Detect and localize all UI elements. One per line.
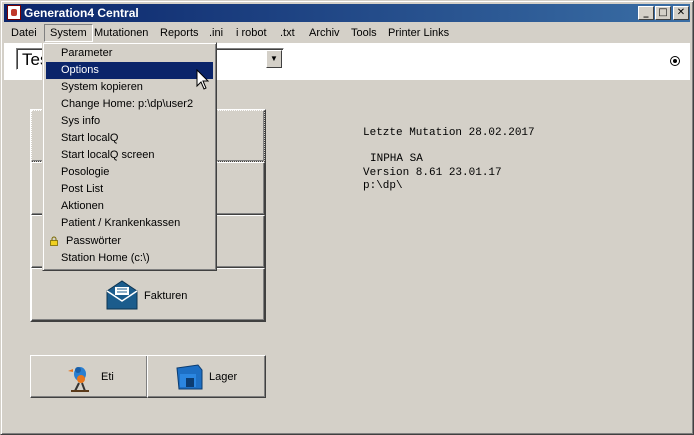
- menu-item-options[interactable]: Options: [46, 62, 213, 79]
- title-bar[interactable]: Generation4 Central _ □ ✕: [4, 4, 690, 22]
- combo-dropdown-button[interactable]: ▼: [266, 50, 282, 68]
- close-button[interactable]: ✕: [673, 6, 689, 20]
- fakturen-label: Fakturen: [144, 290, 188, 302]
- menu-archiv[interactable]: Archiv: [304, 25, 345, 41]
- menu-txt[interactable]: .txt: [275, 25, 300, 41]
- minimize-button[interactable]: _: [638, 6, 654, 20]
- lager-label: Lager: [209, 371, 238, 383]
- main-window: Generation4 Central _ □ ✕ Datei System M…: [0, 0, 694, 435]
- menu-item-sys-info[interactable]: Sys info: [46, 113, 213, 130]
- menu-bar: Datei System Mutationen Reports .ini i r…: [4, 23, 690, 42]
- fakturen-button[interactable]: Fakturen: [31, 268, 265, 321]
- envelope-icon: [106, 280, 138, 310]
- lock-icon: [50, 236, 58, 246]
- menu-printer-links[interactable]: Printer Links: [383, 25, 454, 41]
- menu-item-change-home[interactable]: Change Home: p:\dp\user2: [46, 96, 213, 113]
- menu-item-passwoerter[interactable]: Passwörter: [46, 233, 213, 250]
- lager-button[interactable]: Lager: [147, 355, 266, 398]
- menu-datei[interactable]: Datei: [6, 25, 42, 41]
- bird-icon: [68, 367, 89, 392]
- settings-icon[interactable]: [670, 56, 680, 66]
- menu-item-posologie[interactable]: Posologie: [46, 164, 213, 181]
- mouse-pointer-icon: [196, 69, 210, 90]
- app-icon[interactable]: [7, 5, 21, 20]
- warehouse-icon: [176, 364, 203, 390]
- menu-item-system-kopieren[interactable]: System kopieren: [46, 79, 213, 96]
- menu-system[interactable]: System: [44, 24, 93, 42]
- menu-ini[interactable]: .ini: [204, 25, 228, 41]
- system-menu-popup: Parameter Options System kopieren Change…: [42, 42, 217, 271]
- menu-i-robot[interactable]: i robot: [231, 25, 272, 41]
- menu-item-aktionen[interactable]: Aktionen: [46, 198, 213, 215]
- passwoerter-label: Passwörter: [66, 235, 122, 247]
- eti-label: Eti: [101, 371, 114, 383]
- path-text: p:\dp\: [363, 180, 403, 192]
- menu-item-start-localq-screen[interactable]: Start localQ screen: [46, 147, 213, 164]
- company-text: INPHA SA: [370, 153, 423, 165]
- menu-item-parameter[interactable]: Parameter: [46, 45, 213, 62]
- menu-item-start-localq[interactable]: Start localQ: [46, 130, 213, 147]
- menu-mutationen[interactable]: Mutationen: [89, 25, 153, 41]
- window-title: Generation4 Central: [24, 6, 139, 20]
- menu-item-post-list[interactable]: Post List: [46, 181, 213, 198]
- menu-item-station-home[interactable]: Station Home (c:\): [46, 250, 213, 267]
- eti-button[interactable]: Eti: [30, 355, 148, 398]
- maximize-button[interactable]: □: [655, 6, 671, 20]
- menu-tools[interactable]: Tools: [346, 25, 382, 41]
- menu-item-patient-krankenkassen[interactable]: Patient / Krankenkassen: [46, 215, 213, 232]
- menu-reports[interactable]: Reports: [155, 25, 204, 41]
- version-text: Version 8.61 23.01.17: [363, 167, 502, 179]
- last-mutation-text: Letzte Mutation 28.02.2017: [363, 127, 535, 139]
